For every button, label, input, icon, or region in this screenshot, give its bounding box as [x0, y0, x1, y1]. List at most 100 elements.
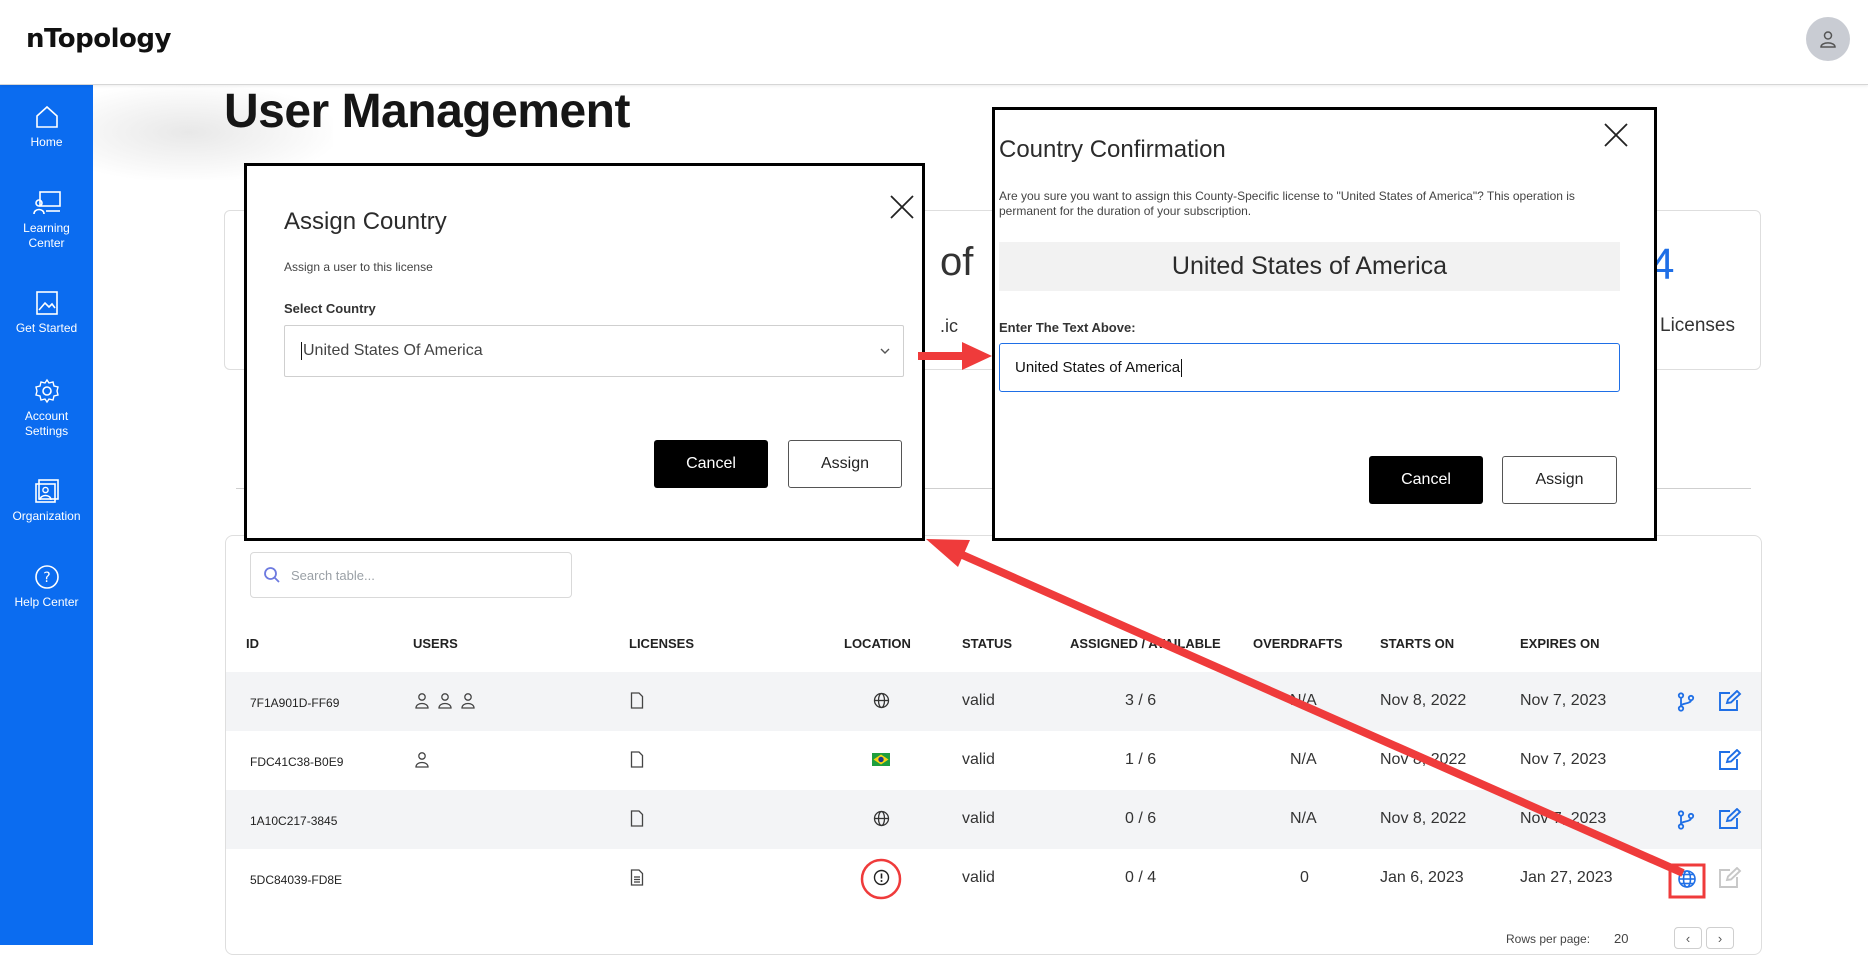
selected-country: United States Of America	[303, 342, 483, 359]
app-logo: nTopology	[26, 24, 171, 54]
users-icon[interactable]	[414, 692, 480, 710]
start-date: Nov 8, 2022	[1380, 692, 1467, 709]
confirmation-text-input[interactable]: United States of America	[999, 343, 1620, 392]
license-id: 5DC84039-FD8E	[250, 873, 343, 887]
confirmation-message: Are you sure you want to assign this Cou…	[999, 189, 1575, 218]
expiry-date: Nov 7, 2023	[1520, 751, 1607, 768]
column-header-overdrafts[interactable]: OVERDRAFTS	[1253, 636, 1343, 651]
license-id: FDC41C38-B0E9	[250, 755, 344, 769]
sidebar-item-help-center[interactable]: ? Help Center	[0, 563, 93, 610]
image-icon	[35, 291, 58, 315]
prev-page-button[interactable]: ‹	[1674, 927, 1702, 949]
column-header-assigned[interactable]: ASSIGNED / AVAILABLE	[1070, 636, 1221, 651]
column-header-id[interactable]: ID	[246, 636, 259, 651]
country-display-box: United States of America	[999, 242, 1620, 291]
branch-icon[interactable]	[1677, 810, 1695, 830]
status-text: valid	[962, 810, 995, 827]
stat-fragment: .ic	[940, 316, 958, 336]
license-id: 1A10C217-3845	[250, 814, 338, 828]
edit-icon[interactable]	[1718, 690, 1742, 712]
sidebar-item-label: Home	[30, 135, 63, 149]
sidebar-item-home[interactable]: Home	[0, 103, 93, 150]
column-header-users[interactable]: USERS	[413, 636, 458, 651]
text-caret	[301, 342, 302, 360]
help-icon: ?	[34, 565, 59, 589]
sidebar-item-get-started[interactable]: Get Started	[0, 289, 93, 336]
status-text: valid	[962, 692, 995, 709]
alert-icon[interactable]	[873, 869, 890, 886]
column-header-licenses[interactable]: LICENSES	[629, 636, 694, 651]
assigned-count: 3 / 6	[1125, 692, 1157, 709]
text-caret	[1181, 358, 1183, 377]
user-icon[interactable]	[414, 751, 432, 769]
sidebar-item-label: Help Center	[14, 595, 79, 609]
status-text: valid	[962, 751, 995, 768]
assign-country-globe-icon[interactable]	[1677, 869, 1697, 889]
close-icon[interactable]	[888, 193, 916, 221]
edit-icon[interactable]	[1718, 749, 1742, 771]
rows-per-page-select[interactable]: 20	[1614, 931, 1628, 946]
stat-label: Licenses	[1660, 315, 1735, 336]
license-file-icon[interactable]	[630, 810, 644, 827]
table-row[interactable]: 7F1A901D-FF69 valid 3 / 6 N/A Nov 8, 202…	[226, 672, 1761, 731]
country-select[interactable]: United States Of America	[284, 325, 904, 377]
start-date: Jan 6, 2023	[1380, 869, 1464, 886]
sidebar-item-learning-center[interactable]: Learning Center	[0, 189, 93, 251]
overdrafts-value: N/A	[1290, 692, 1317, 709]
country-confirmation-dialog: Country Confirmation Are you sure you wa…	[992, 107, 1657, 541]
dialog-subtitle: Assign a user to this license	[284, 260, 433, 274]
learning-center-icon	[32, 191, 61, 215]
table-row[interactable]: FDC41C38-B0E9 valid 1 / 6 N/A Nov 8, 202…	[226, 731, 1761, 790]
assign-button[interactable]: Assign	[788, 440, 902, 488]
stat-fragment: of	[940, 240, 974, 284]
select-country-label: Select Country	[284, 301, 376, 316]
cancel-button[interactable]: Cancel	[1369, 456, 1483, 504]
edit-icon[interactable]	[1718, 808, 1742, 830]
chevron-left-icon: ‹	[1685, 930, 1691, 946]
page-title: User Management	[224, 85, 630, 138]
user-avatar[interactable]	[1806, 17, 1850, 61]
search-placeholder: Search table...	[291, 567, 375, 583]
input-value: United States of America	[1015, 359, 1181, 376]
assigned-count: 1 / 6	[1125, 751, 1157, 768]
column-header-location[interactable]: LOCATION	[844, 636, 911, 651]
assigned-count: 0 / 6	[1125, 810, 1157, 827]
assign-button[interactable]: Assign	[1502, 456, 1617, 504]
brazil-flag-icon[interactable]	[872, 753, 890, 766]
next-page-button[interactable]: ›	[1706, 927, 1734, 949]
sidebar-item-account-settings[interactable]: Account Settings	[0, 377, 93, 439]
status-text: valid	[962, 869, 995, 886]
expiry-date: Nov 7, 2023	[1520, 692, 1607, 709]
cancel-button[interactable]: Cancel	[654, 440, 768, 488]
dialog-title: Country Confirmation	[999, 136, 1226, 163]
overdrafts-value: N/A	[1290, 810, 1317, 827]
sidebar-item-organization[interactable]: Organization	[0, 477, 93, 524]
license-document-icon[interactable]	[630, 869, 644, 886]
license-file-icon[interactable]	[630, 692, 644, 709]
search-input[interactable]: Search table...	[250, 552, 572, 598]
branch-icon[interactable]	[1677, 692, 1695, 712]
start-date: Nov 8, 2022	[1380, 751, 1467, 768]
svg-text:?: ?	[43, 570, 50, 586]
column-header-expires-on[interactable]: EXPIRES ON	[1520, 636, 1599, 651]
home-icon	[35, 105, 58, 128]
license-file-icon[interactable]	[630, 751, 644, 768]
table-row[interactable]: 5DC84039-FD8E valid 0 / 4 0 Jan 6, 2023 …	[226, 849, 1761, 908]
overdrafts-value: 0	[1300, 869, 1309, 886]
sidebar-item-label: Learning Center	[23, 221, 70, 250]
globe-icon[interactable]	[873, 692, 890, 709]
close-icon[interactable]	[1602, 121, 1630, 149]
globe-icon[interactable]	[873, 810, 890, 827]
edit-icon-disabled[interactable]	[1718, 867, 1742, 889]
column-header-status[interactable]: STATUS	[962, 636, 1012, 651]
column-header-starts-on[interactable]: STARTS ON	[1380, 636, 1454, 651]
chevron-right-icon: ›	[1717, 930, 1723, 946]
start-date: Nov 8, 2022	[1380, 810, 1467, 827]
sidebar-item-label: Organization	[12, 509, 81, 523]
expiry-date: Nov 7, 2023	[1520, 810, 1607, 827]
chevron-down-icon	[880, 348, 890, 354]
assign-country-dialog: Assign Country Assign a user to this lic…	[244, 163, 925, 541]
expiry-date: Jan 27, 2023	[1520, 869, 1613, 886]
top-header: nTopology	[0, 0, 1868, 85]
table-row[interactable]: 1A10C217-3845 valid 0 / 6 N/A Nov 8, 202…	[226, 790, 1761, 849]
